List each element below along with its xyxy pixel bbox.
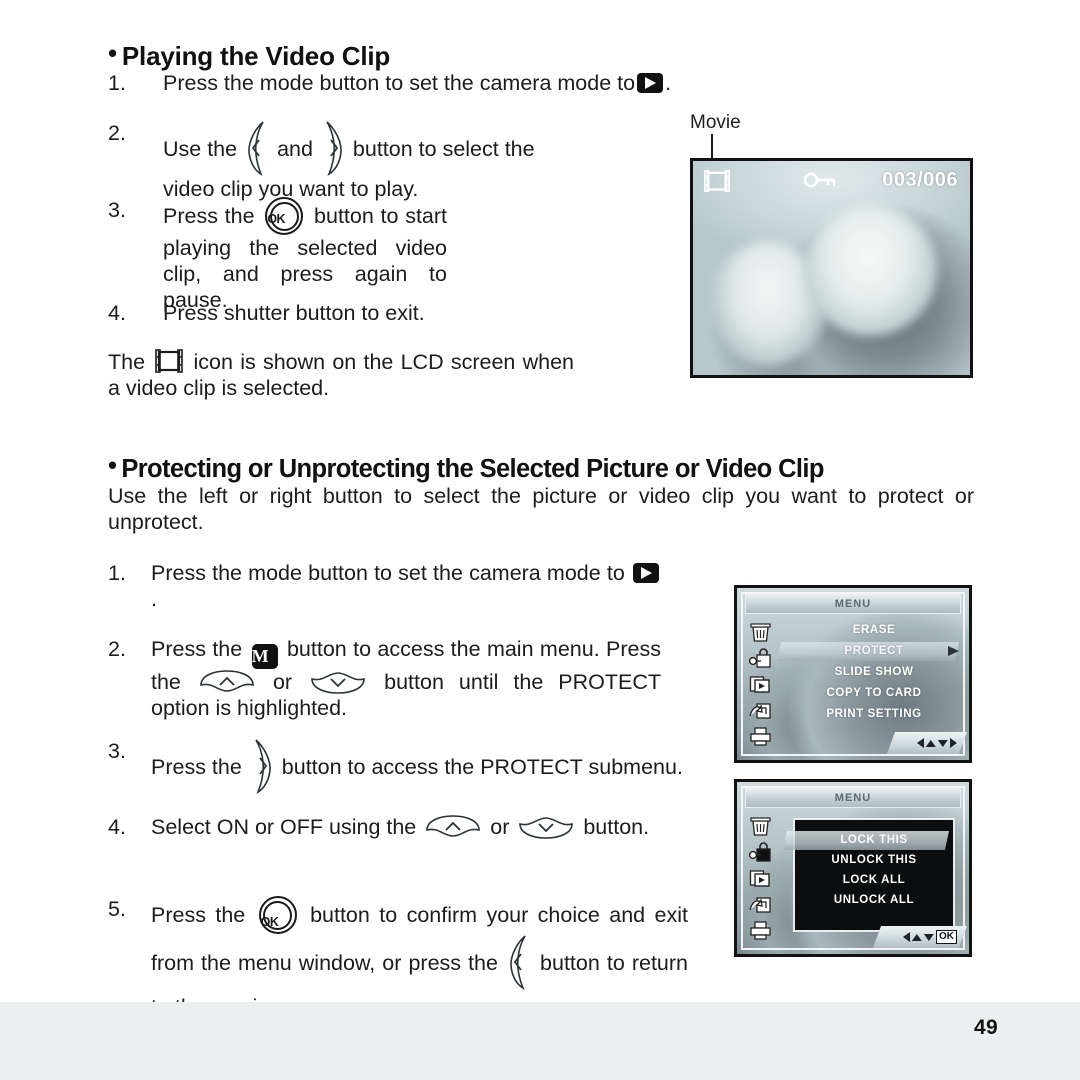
camera-menu-screen-main: MENU ERASE PROTECT SLIDE SHOW COPY TO CA… — [734, 585, 972, 763]
trash-icon — [749, 622, 772, 643]
menu-item-print-setting[interactable]: PRINT SETTING — [785, 704, 963, 725]
step-text: Use the and button to select the video c… — [163, 120, 563, 202]
menu-button-icon: M — [251, 644, 278, 669]
slideshow-icon — [749, 674, 772, 695]
step-text: Press the mode button to set the camera … — [163, 71, 672, 95]
step-number: 3. — [108, 198, 126, 222]
key-lock-icon — [749, 842, 772, 863]
submenu-item-lock-all[interactable]: LOCK ALL — [795, 870, 953, 890]
camera-menu-screen-protect-submenu: MENU LOCK THIS UNLOCK THIS LOCK ALL UNLO… — [734, 779, 972, 957]
menu-item-slide-show[interactable]: SLIDE SHOW — [785, 662, 963, 683]
submenu-item-unlock-all[interactable]: UNLOCK ALL — [795, 890, 953, 910]
printer-icon — [749, 920, 772, 941]
left-arrow-icon — [903, 932, 910, 942]
section-heading-protecting: • Protecting or Unprotecting the Selected… — [108, 452, 824, 484]
menu-item-copy-to-card[interactable]: COPY TO CARD — [785, 683, 963, 704]
step-number: 1. — [108, 561, 126, 585]
lcd-osd-overlay: 003/006 — [693, 167, 970, 201]
up-button-icon — [198, 669, 256, 695]
submenu-item-lock-this[interactable]: LOCK THIS — [782, 830, 953, 850]
printer-icon — [749, 726, 772, 747]
step-number: 1. — [108, 71, 126, 95]
film-strip-icon — [155, 349, 184, 373]
down-arrow-icon — [924, 933, 934, 941]
step-number: 2. — [108, 121, 126, 145]
up-arrow-icon — [912, 933, 922, 941]
step-text: Press the OK button to start playing the… — [163, 197, 447, 313]
step-text: Press shutter button to exit. — [163, 301, 425, 325]
slideshow-icon — [749, 868, 772, 889]
step-number: 2. — [108, 637, 126, 661]
play-mode-icon — [632, 563, 659, 583]
menu-item-erase[interactable]: ERASE — [785, 620, 963, 641]
submenu-item-list: LOCK THIS UNLOCK THIS LOCK ALL UNLOCK AL… — [782, 830, 953, 910]
menu-title-bar: MENU — [745, 594, 961, 614]
play-mode-icon — [637, 73, 664, 93]
copy-to-card-icon — [749, 894, 772, 915]
down-button-icon — [517, 814, 575, 840]
menu-sidebar-icons — [749, 816, 775, 946]
right-arrow-icon — [950, 738, 957, 748]
page-number: 49 — [974, 1016, 998, 1039]
step-number: 5. — [108, 897, 126, 921]
left-button-icon — [244, 120, 270, 176]
trash-icon — [749, 816, 772, 837]
footer-band — [0, 1002, 1080, 1080]
manual-page: • Playing the Video Clip 1. Press the mod… — [0, 0, 1080, 1080]
step-text: Press the M button to access the main me… — [151, 637, 662, 720]
up-arrow-icon — [926, 739, 936, 747]
protect-submenu-panel: LOCK THIS UNLOCK THIS LOCK ALL UNLOCK AL… — [782, 818, 955, 932]
down-button-icon — [309, 669, 367, 695]
nav-hint-bar — [886, 732, 968, 754]
bullet-icon: • — [108, 452, 117, 480]
ok-button-icon: OK — [258, 896, 297, 934]
section1-note: The icon is shown on the LCD screen when… — [108, 349, 574, 400]
step-number: 4. — [108, 815, 126, 839]
callout-label-movie: Movie — [690, 112, 741, 133]
right-button-icon — [320, 120, 346, 176]
right-button-icon — [249, 738, 275, 794]
step-text: Press the button to access the PROTECT s… — [151, 738, 691, 794]
step-number: 4. — [108, 301, 126, 325]
menu-title: MENU — [834, 792, 872, 804]
section-heading-playing-video-clip: • Playing the Video Clip — [108, 38, 391, 72]
menu-title-bar: MENU — [745, 788, 961, 808]
ok-button-icon: OK — [265, 197, 304, 235]
nav-hint-bar: OK — [872, 926, 968, 948]
copy-to-card-icon — [749, 700, 772, 721]
menu-item-protect[interactable]: PROTECT — [776, 641, 963, 662]
section2-intro: Use the left or right button to select t… — [108, 484, 974, 534]
menu-title: MENU — [834, 598, 872, 610]
key-protect-icon — [803, 171, 837, 189]
menu-item-list: ERASE PROTECT SLIDE SHOW COPY TO CARD PR… — [776, 620, 963, 725]
photo-subject-right — [803, 203, 937, 337]
lcd-preview-screen: 003/006 — [690, 158, 973, 378]
frame-counter: 003/006 — [882, 169, 958, 191]
ok-label-icon: OK — [936, 930, 957, 944]
key-lock-icon — [749, 648, 772, 669]
step-text: Select ON or OFF using the or button. — [151, 814, 650, 840]
menu-sidebar-icons — [749, 622, 775, 752]
left-button-icon — [506, 934, 532, 990]
step-number: 3. — [108, 739, 126, 763]
left-arrow-icon — [917, 738, 924, 748]
bullet-icon: • — [108, 38, 117, 68]
step-text: Press the mode button to set the camera … — [151, 560, 661, 612]
up-button-icon — [424, 814, 482, 840]
submenu-item-unlock-this[interactable]: UNLOCK THIS — [795, 850, 953, 870]
submenu-arrow-icon — [948, 646, 959, 656]
down-arrow-icon — [938, 739, 948, 747]
film-strip-icon — [704, 170, 730, 193]
